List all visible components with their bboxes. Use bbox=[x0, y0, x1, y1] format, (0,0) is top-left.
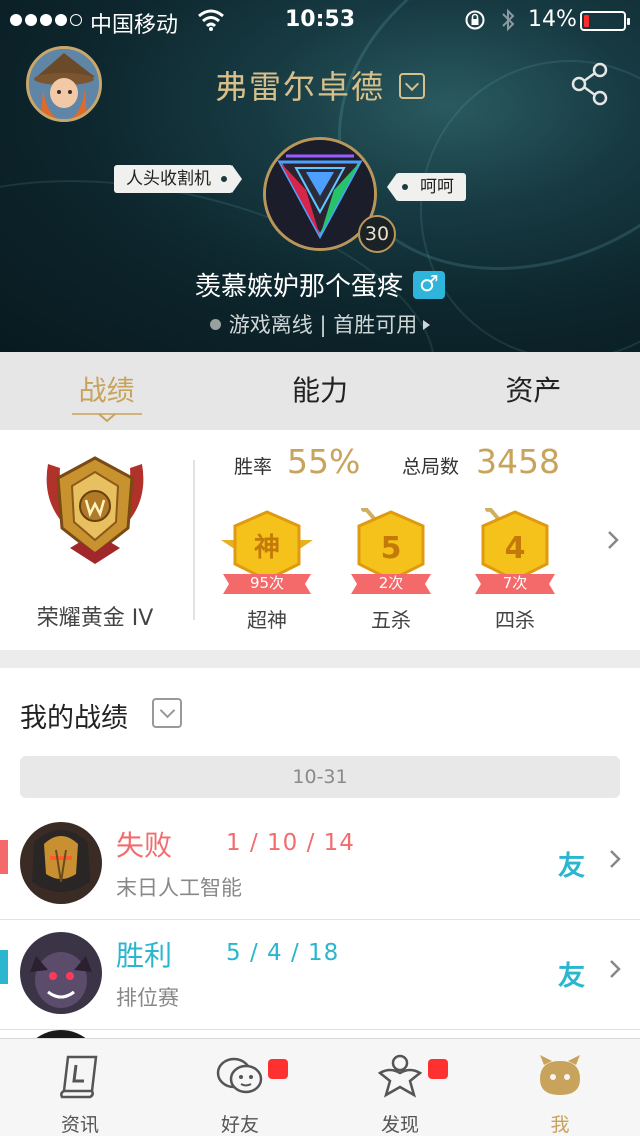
tab-label: 资产 bbox=[505, 374, 562, 407]
title-tag-label: 人头收割机 bbox=[126, 169, 211, 189]
result-indicator-bar bbox=[0, 950, 8, 984]
champion-portrait bbox=[20, 932, 102, 1014]
match-result: 胜利 bbox=[116, 939, 173, 972]
tab-assets[interactable]: 资产 bbox=[427, 352, 640, 430]
battery-icon bbox=[580, 11, 630, 31]
nav-news[interactable]: 资讯 bbox=[0, 1039, 160, 1136]
chevron-down-icon bbox=[399, 73, 425, 99]
friend-badge: 友 bbox=[558, 961, 585, 992]
win-rate-label: 胜率 bbox=[234, 456, 273, 478]
friend-badge: 友 bbox=[558, 851, 585, 882]
nav-label: 好友 bbox=[220, 1114, 259, 1136]
status-separator: | bbox=[319, 313, 327, 337]
nav-me[interactable]: 我 bbox=[480, 1039, 640, 1136]
rank-name: 荣耀黄金 IV bbox=[36, 606, 154, 631]
legendary-medal-icon: 神 bbox=[221, 510, 313, 594]
tab-ability[interactable]: 能力 bbox=[213, 352, 426, 430]
medal-label: 四杀 bbox=[495, 608, 535, 632]
total-games-label: 总局数 bbox=[402, 456, 460, 478]
tab-label: 能力 bbox=[291, 374, 348, 407]
offline-dot-icon bbox=[209, 319, 221, 330]
chevron-right-icon bbox=[610, 960, 621, 978]
champion-portrait bbox=[20, 822, 102, 904]
discover-icon bbox=[377, 1054, 423, 1098]
me-icon bbox=[540, 1055, 580, 1095]
title-tag: 呵呵 bbox=[387, 173, 466, 201]
nav-label: 我 bbox=[550, 1114, 570, 1136]
medal-count: 95次 bbox=[249, 574, 285, 592]
battery-level-fill bbox=[584, 15, 589, 27]
share-icon[interactable] bbox=[570, 62, 610, 106]
medal-count: 7次 bbox=[502, 574, 528, 592]
match-mode: 末日人工智能 bbox=[116, 876, 242, 900]
hero-name: 弗雷尔卓德 bbox=[214, 68, 385, 106]
match-result: 失败 bbox=[116, 829, 173, 862]
medal-glyph: 4 bbox=[505, 531, 526, 566]
total-games-value: 3458 bbox=[476, 442, 560, 481]
medal-glyph: 5 bbox=[381, 531, 402, 566]
title-tag-label: 呵呵 bbox=[420, 177, 454, 197]
tab-label: 战绩 bbox=[78, 374, 135, 407]
medal-glyph: 神 bbox=[254, 533, 280, 563]
player-level: 30 bbox=[358, 215, 396, 253]
medal-count: 2次 bbox=[378, 574, 404, 592]
news-icon bbox=[60, 1055, 98, 1099]
nav-label: 发现 bbox=[380, 1114, 419, 1136]
status-bar: 中国移动 10:53 14% bbox=[0, 0, 640, 40]
win-rate-value: 55% bbox=[287, 442, 361, 481]
battery-percent: 14% bbox=[528, 7, 577, 32]
filter-dropdown-icon[interactable] bbox=[152, 698, 182, 728]
date-separator: 10-31 bbox=[20, 756, 620, 798]
chevron-right-icon bbox=[610, 850, 621, 868]
match-kda: 5 / 4 / 18 bbox=[226, 940, 340, 966]
player-nickname: 羡慕嫉妒那个蛋疼 ♂ bbox=[0, 266, 640, 303]
first-win-status: 首胜可用 bbox=[333, 313, 418, 337]
hero-name-dropdown[interactable]: 弗雷尔卓德 bbox=[0, 62, 640, 108]
friends-icon bbox=[216, 1057, 263, 1094]
medal-label: 超神 bbox=[247, 608, 287, 632]
tab-record[interactable]: 战绩 bbox=[0, 352, 213, 430]
divider bbox=[193, 460, 195, 620]
profile-header: 中国移动 10:53 14% 弗雷尔卓德 人头收割机 呵呵 30 羡慕嫉妒那个蛋… bbox=[0, 0, 640, 352]
online-status: 游戏离线 bbox=[228, 313, 313, 337]
quadra-kill-medal-icon: 4 bbox=[475, 508, 555, 594]
medal-label: 五杀 bbox=[371, 608, 411, 632]
nav-discover[interactable]: 发现 bbox=[320, 1039, 480, 1136]
penta-kill-medal-icon: 5 bbox=[351, 508, 431, 594]
match-row[interactable]: 胜利 5 / 4 / 18 排位赛 友 bbox=[0, 920, 640, 1030]
champion-portrait bbox=[20, 1030, 102, 1038]
bluetooth-icon bbox=[502, 8, 515, 32]
nav-label: 资讯 bbox=[60, 1114, 99, 1136]
match-row[interactable]: 失败 1 / 10 / 14 末日人工智能 友 bbox=[0, 810, 640, 920]
nav-friends[interactable]: 好友 bbox=[160, 1039, 320, 1136]
gold-rank-badge-icon bbox=[46, 456, 144, 564]
online-status-line[interactable]: 游戏离线 | 首胜可用 bbox=[0, 309, 640, 339]
male-gender-icon: ♂ bbox=[413, 270, 445, 299]
stats-card[interactable]: 荣耀黄金 IV 胜率 55% 总局数 3458 神 95次 超神 5 2次 五杀… bbox=[0, 430, 640, 650]
profile-tabs: 战绩 能力 资产 bbox=[0, 352, 640, 430]
section-title: 我的战绩 bbox=[20, 703, 128, 734]
notification-badge bbox=[268, 1059, 288, 1079]
notification-badge bbox=[428, 1059, 448, 1079]
active-tab-indicator bbox=[72, 413, 142, 422]
title-tag: 人头收割机 bbox=[114, 165, 242, 193]
nickname-text: 羡慕嫉妒那个蛋疼 bbox=[194, 272, 403, 302]
match-mode: 排位赛 bbox=[116, 986, 179, 1010]
match-kda: 1 / 10 / 14 bbox=[226, 830, 355, 856]
chevron-right-icon bbox=[423, 320, 431, 330]
rotation-lock-icon bbox=[465, 10, 485, 30]
bottom-navigation: 资讯 好友 发现 我 bbox=[0, 1038, 640, 1136]
result-indicator-bar bbox=[0, 840, 8, 874]
match-records: 我的战绩 10-31 失败 1 / 10 / 14 末日人工智能 友 胜利 5 … bbox=[0, 668, 640, 1038]
chevron-right-icon[interactable] bbox=[606, 530, 620, 550]
